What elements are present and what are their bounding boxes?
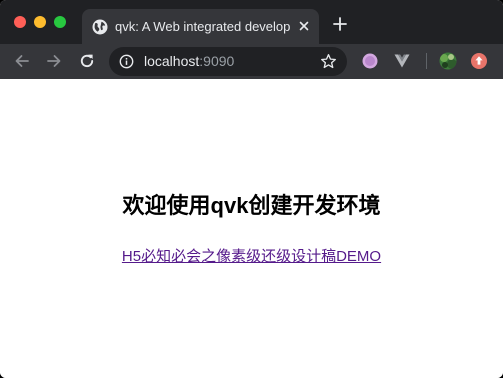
browser-toolbar: localhost:9090 bbox=[0, 44, 503, 79]
toolbar-divider bbox=[426, 53, 427, 69]
avatar-icon[interactable] bbox=[439, 52, 457, 70]
tab-title: qvk: A Web integrated develop bbox=[115, 19, 291, 34]
vue-devtools-icon[interactable] bbox=[393, 52, 411, 70]
url-text[interactable]: localhost:9090 bbox=[144, 53, 234, 70]
browser-window: qvk: A Web integrated develop localhost:… bbox=[0, 0, 503, 378]
page-heading: 欢迎使用qvk创建开发环境 bbox=[122, 193, 381, 218]
info-icon[interactable] bbox=[119, 54, 134, 69]
page-viewport: 欢迎使用qvk创建开发环境 H5必知必会之像素级还级设计稿DEMO bbox=[0, 79, 503, 378]
tab-active[interactable]: qvk: A Web integrated develop bbox=[82, 9, 319, 44]
url-host: localhost bbox=[144, 53, 200, 69]
url-port: :9090 bbox=[199, 53, 235, 69]
tab-strip: qvk: A Web integrated develop bbox=[0, 0, 503, 44]
demo-link[interactable]: H5必知必会之像素级还级设计稿DEMO bbox=[122, 248, 381, 265]
demo-link-row: H5必知必会之像素级还级设计稿DEMO bbox=[0, 248, 503, 266]
purple-circle-extension-icon[interactable] bbox=[361, 52, 379, 70]
arrow-right-icon[interactable] bbox=[45, 52, 63, 70]
address-bar[interactable]: localhost:9090 bbox=[109, 47, 347, 76]
reload-icon[interactable] bbox=[78, 52, 96, 70]
window-minimize-button[interactable] bbox=[34, 16, 46, 28]
close-icon[interactable] bbox=[296, 18, 312, 34]
arrow-left-icon[interactable] bbox=[13, 52, 31, 70]
window-maximize-button[interactable] bbox=[54, 16, 66, 28]
globe-icon bbox=[92, 19, 108, 35]
window-close-button[interactable] bbox=[14, 16, 26, 28]
plus-icon[interactable] bbox=[332, 16, 348, 32]
red-upload-extension-icon[interactable] bbox=[470, 52, 488, 70]
star-icon[interactable] bbox=[320, 53, 337, 70]
